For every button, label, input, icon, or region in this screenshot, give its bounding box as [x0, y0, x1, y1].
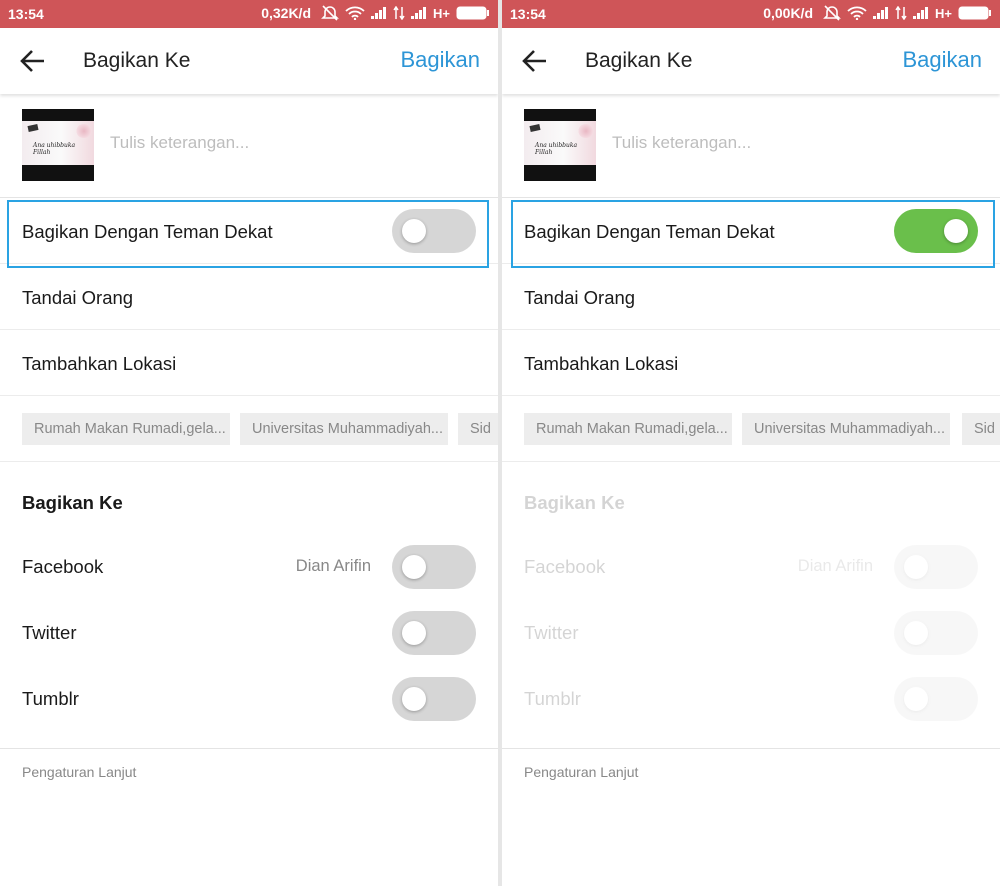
twitter-toggle[interactable]: [392, 611, 476, 655]
mute-icon: [823, 5, 841, 21]
add-location-row[interactable]: Tambahkan Lokasi: [0, 330, 498, 396]
location-chip[interactable]: Rumah Makan Rumadi,gela...: [524, 413, 732, 445]
location-suggestions: Rumah Makan Rumadi,gela... Universitas M…: [0, 396, 498, 462]
post-thumbnail[interactable]: Ana uhibbuka Fillah: [524, 109, 596, 181]
facebook-label: Facebook: [524, 556, 606, 577]
status-time: 13:54: [510, 6, 546, 22]
signal-icon: [371, 7, 387, 19]
location-chip[interactable]: Universitas Muhammadiyah...: [742, 413, 950, 445]
location-chip[interactable]: Universitas Muhammadiyah...: [240, 413, 448, 445]
status-time: 13:54: [8, 6, 44, 22]
advanced-settings-link[interactable]: Pengaturan Lanjut: [22, 764, 136, 780]
tumblr-label: Tumblr: [22, 688, 79, 709]
signal-icon: [873, 7, 889, 19]
twitter-toggle: [894, 611, 978, 655]
add-location-label: Tambahkan Lokasi: [524, 353, 679, 374]
media-row: Ana uhibbuka Fillah Tulis keterangan...: [502, 94, 1000, 198]
close-friends-toggle[interactable]: [392, 209, 476, 253]
tumblr-toggle[interactable]: [392, 677, 476, 721]
section-title: Bagikan Ke: [524, 492, 625, 513]
toggle-knob: [904, 555, 928, 579]
section-title: Bagikan Ke: [22, 492, 123, 513]
thumbnail-text: Ana uhibbuka Fillah: [535, 142, 578, 156]
data-arrows-icon: [393, 6, 405, 20]
share-twitter-row: Twitter: [502, 600, 1000, 666]
toggle-knob: [402, 219, 426, 243]
share-button[interactable]: Bagikan: [902, 47, 982, 73]
wifi-icon: [847, 6, 867, 20]
mute-icon: [321, 5, 339, 21]
toggle-knob: [402, 555, 426, 579]
share-button[interactable]: Bagikan: [400, 47, 480, 73]
network-type: H+: [433, 5, 450, 21]
tag-people-row[interactable]: Tandai Orang: [0, 264, 498, 330]
thumbnail-text: Ana uhibbuka Fillah: [33, 142, 76, 156]
app-header: Bagikan Ke Bagikan: [0, 28, 498, 94]
twitter-label: Twitter: [22, 622, 77, 643]
status-speed: 0,00K/d: [763, 5, 814, 21]
toggle-knob: [402, 687, 426, 711]
status-speed: 0,32K/d: [261, 5, 312, 21]
twitter-label: Twitter: [524, 622, 579, 643]
screen-panel-right: 13:54 0,00K/d H+ Bagikan Ke Bagikan Ana …: [502, 0, 1000, 886]
facebook-account: Dian Arifin: [797, 557, 873, 575]
status-bar: 13:54 0,32K/d H+: [0, 0, 498, 28]
app-header: Bagikan Ke Bagikan: [502, 28, 1000, 94]
caption-input[interactable]: Tulis keterangan...: [612, 133, 751, 153]
facebook-label: Facebook: [22, 556, 104, 577]
location-chip[interactable]: Sid: [458, 413, 498, 445]
network-type: H+: [935, 5, 952, 21]
share-to-section: Bagikan Ke Facebook Dian Arifin Twitter …: [502, 466, 1000, 886]
share-to-section: Bagikan Ke Facebook Dian Arifin Twitter …: [0, 466, 498, 886]
facebook-account: Dian Arifin: [295, 557, 371, 575]
tag-people-label: Tandai Orang: [22, 287, 134, 308]
share-facebook-row[interactable]: Facebook Dian Arifin: [0, 534, 498, 600]
wifi-icon: [345, 6, 365, 20]
close-friends-toggle[interactable]: [894, 209, 978, 253]
share-tumblr-row: Tumblr: [502, 666, 1000, 732]
caption-input[interactable]: Tulis keterangan...: [110, 133, 249, 153]
add-location-row[interactable]: Tambahkan Lokasi: [502, 330, 1000, 396]
battery-icon: [456, 6, 490, 20]
page-title: Bagikan Ke: [585, 49, 693, 72]
back-arrow-icon[interactable]: [522, 49, 548, 73]
share-tumblr-row[interactable]: Tumblr: [0, 666, 498, 732]
divider: [0, 748, 498, 749]
tag-people-label: Tandai Orang: [524, 287, 636, 308]
divider: [502, 748, 1000, 749]
location-chip[interactable]: Rumah Makan Rumadi,gela...: [22, 413, 230, 445]
toggle-knob: [402, 621, 426, 645]
facebook-toggle: [894, 545, 978, 589]
signal-icon: [913, 7, 929, 19]
page-title: Bagikan Ke: [83, 49, 191, 72]
close-friends-label: Bagikan Dengan Teman Dekat: [524, 221, 775, 242]
location-suggestions: Rumah Makan Rumadi,gela... Universitas M…: [502, 396, 1000, 462]
tumblr-label: Tumblr: [524, 688, 581, 709]
tumblr-toggle: [894, 677, 978, 721]
advanced-settings-link[interactable]: Pengaturan Lanjut: [524, 764, 638, 780]
close-friends-row[interactable]: Bagikan Dengan Teman Dekat: [502, 198, 1000, 264]
facebook-toggle[interactable]: [392, 545, 476, 589]
share-facebook-row: Facebook Dian Arifin: [502, 534, 1000, 600]
data-arrows-icon: [895, 6, 907, 20]
toggle-knob: [944, 219, 968, 243]
toggle-knob: [904, 687, 928, 711]
status-bar: 13:54 0,00K/d H+: [502, 0, 1000, 28]
battery-icon: [958, 6, 992, 20]
share-twitter-row[interactable]: Twitter: [0, 600, 498, 666]
tag-people-row[interactable]: Tandai Orang: [502, 264, 1000, 330]
back-arrow-icon[interactable]: [20, 49, 46, 73]
close-friends-label: Bagikan Dengan Teman Dekat: [22, 221, 273, 242]
screen-panel-left: 13:54 0,32K/d H+ Bagikan Ke Bagikan Ana …: [0, 0, 498, 886]
location-chip[interactable]: Sid: [962, 413, 1000, 445]
add-location-label: Tambahkan Lokasi: [22, 353, 177, 374]
media-row: Ana uhibbuka Fillah Tulis keterangan...: [0, 94, 498, 198]
toggle-knob: [904, 621, 928, 645]
close-friends-row[interactable]: Bagikan Dengan Teman Dekat: [0, 198, 498, 264]
signal-icon: [411, 7, 427, 19]
post-thumbnail[interactable]: Ana uhibbuka Fillah: [22, 109, 94, 181]
